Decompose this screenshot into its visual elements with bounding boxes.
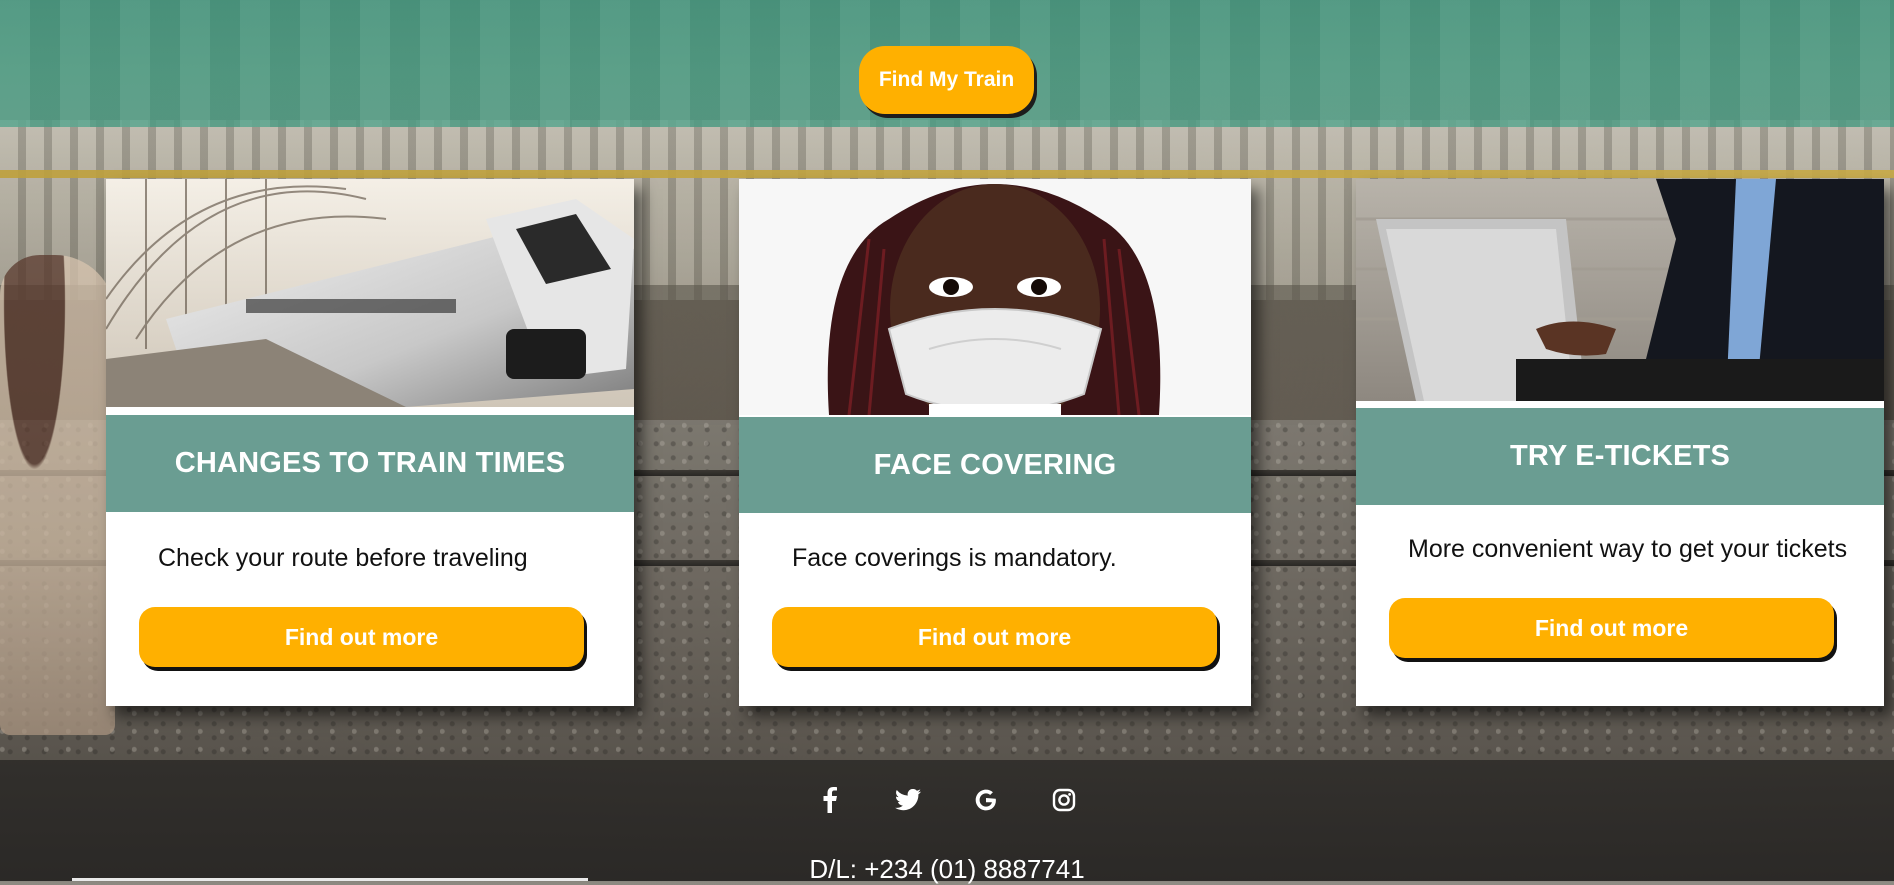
card-description: Face coverings is mandatory. xyxy=(792,544,1117,572)
header-band: Find My Train xyxy=(0,0,1894,127)
card-title: FACE COVERING xyxy=(873,448,1117,481)
card-title: CHANGES TO TRAIN TIMES xyxy=(174,447,566,479)
card-description: Check your route before traveling xyxy=(158,544,528,572)
laptop-image xyxy=(1356,179,1884,401)
card-title-band: TRY E-TICKETS xyxy=(1356,408,1884,505)
card-train-times: CHANGES TO TRAIN TIMES Check your route … xyxy=(106,179,634,706)
background-train-stripe xyxy=(0,170,1894,178)
card-title-band: FACE COVERING xyxy=(739,417,1251,513)
facebook-icon[interactable] xyxy=(814,784,846,816)
find-my-train-button[interactable]: Find My Train xyxy=(859,46,1034,114)
footer: D/L: +234 (01) 8887741 xyxy=(0,760,1894,884)
card-title: TRY E-TICKETS xyxy=(1509,440,1731,472)
social-links xyxy=(0,784,1894,816)
find-out-more-button[interactable]: Find out more xyxy=(139,607,584,667)
card-description: More convenient way to get your tickets xyxy=(1408,535,1848,563)
twitter-icon[interactable] xyxy=(892,784,924,816)
background-person xyxy=(0,255,115,735)
card-title-band: CHANGES TO TRAIN TIMES xyxy=(106,415,634,512)
find-out-more-button[interactable]: Find out more xyxy=(772,607,1217,667)
card-e-tickets: TRY E-TICKETS More convenient way to get… xyxy=(1356,179,1884,706)
train-station-image xyxy=(106,179,634,407)
find-out-more-button[interactable]: Find out more xyxy=(1389,598,1834,658)
google-icon[interactable] xyxy=(970,784,1002,816)
instagram-icon[interactable] xyxy=(1048,784,1080,816)
face-mask-image xyxy=(739,179,1251,415)
card-face-covering: FACE COVERING Face coverings is mandator… xyxy=(739,179,1251,706)
